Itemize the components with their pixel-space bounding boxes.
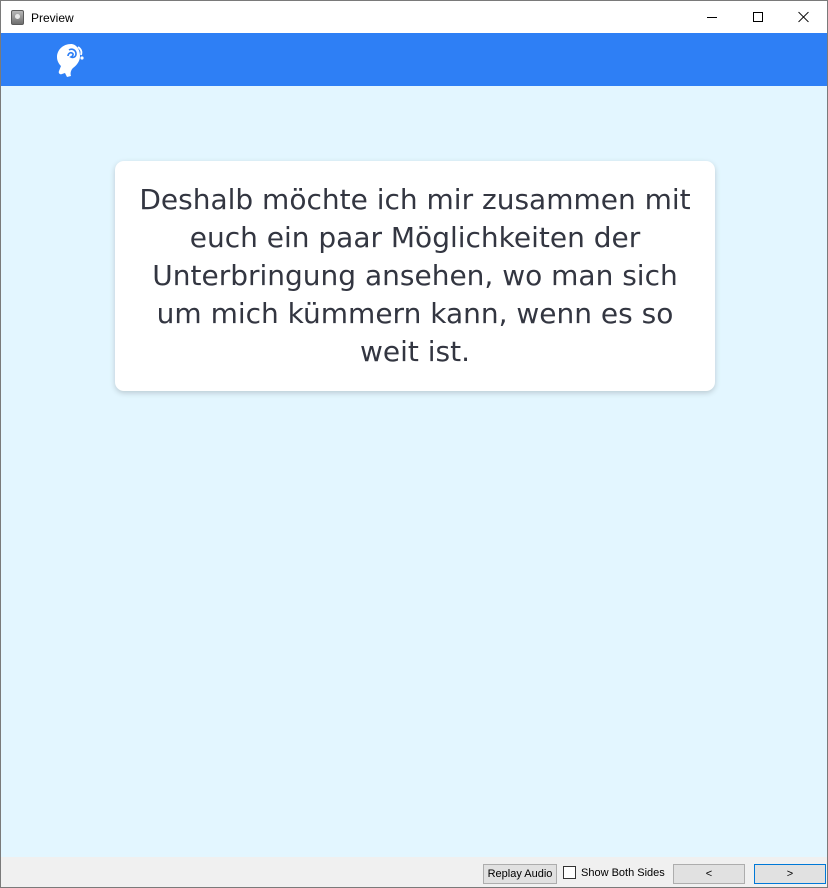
- flashcard[interactable]: Deshalb möchte ich mir zusammen mit euch…: [115, 161, 715, 391]
- next-button[interactable]: >: [754, 864, 826, 884]
- app-header: [1, 33, 827, 86]
- preview-window: Preview Deshalb möchte ich mir zusammen …: [0, 0, 828, 888]
- maximize-icon: [753, 12, 763, 22]
- window-title: Preview: [31, 11, 74, 25]
- show-both-sides-checkbox[interactable]: [563, 866, 576, 879]
- bottom-toolbar: Replay Audio Show Both Sides < >: [1, 857, 827, 887]
- previous-button[interactable]: <: [673, 864, 745, 884]
- minimize-icon: [707, 17, 717, 18]
- content-area: Deshalb möchte ich mir zusammen mit euch…: [1, 86, 827, 857]
- replay-audio-button[interactable]: Replay Audio: [483, 864, 557, 884]
- close-button[interactable]: [781, 1, 827, 33]
- card-text: Deshalb möchte ich mir zusammen mit euch…: [139, 183, 691, 368]
- minimize-button[interactable]: [689, 1, 735, 33]
- show-both-sides-label[interactable]: Show Both Sides: [581, 866, 665, 880]
- title-bar[interactable]: Preview: [1, 1, 827, 33]
- app-icon: [11, 10, 24, 25]
- maximize-button[interactable]: [735, 1, 781, 33]
- close-icon: [798, 11, 810, 23]
- head-profile-logo-icon: [57, 44, 84, 77]
